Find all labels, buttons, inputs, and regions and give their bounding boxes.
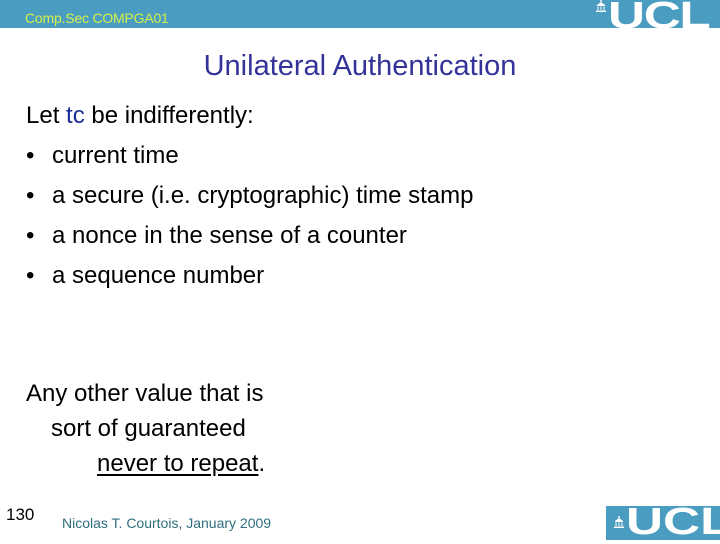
intro-line: Let tc be indifferently:: [26, 102, 254, 129]
note-paragraph: Any other value that is sort of guarante…: [26, 376, 265, 481]
list-item: • a sequence number: [26, 256, 474, 296]
list-item: • a nonce in the sense of a counter: [26, 216, 474, 256]
list-item: • current time: [26, 136, 474, 176]
bullet-icon: •: [26, 142, 35, 169]
bullet-icon: •: [26, 222, 35, 249]
ucl-logo-bottom: UCL: [612, 500, 720, 544]
page-number: 130: [6, 505, 35, 524]
tc-term: tc: [66, 102, 85, 129]
underlined-phrase: never to repeat: [97, 450, 259, 477]
note-line: never to repeat.: [97, 450, 266, 477]
bullet-icon: •: [26, 182, 35, 209]
list-item: • a secure (i.e. cryptographic) time stam…: [26, 176, 474, 216]
slide-title: Unilateral Authentication: [203, 50, 517, 82]
building-icon: [614, 516, 624, 528]
author-footer: Nicolas T. Courtois, January 2009: [62, 515, 272, 531]
building-icon: [596, 0, 606, 12]
course-label: Comp.Sec COMPGA01: [25, 10, 169, 26]
note-line: sort of guaranteed: [51, 415, 246, 442]
bullet-icon: •: [26, 262, 35, 289]
logo-text: UCL: [626, 501, 720, 543]
logo-text: UCL: [608, 0, 711, 37]
note-line: Any other value that is: [26, 380, 264, 407]
slide-body: Let tc be indifferently: • current time •…: [26, 96, 474, 296]
ucl-logo-top: UCL: [594, 0, 711, 37]
